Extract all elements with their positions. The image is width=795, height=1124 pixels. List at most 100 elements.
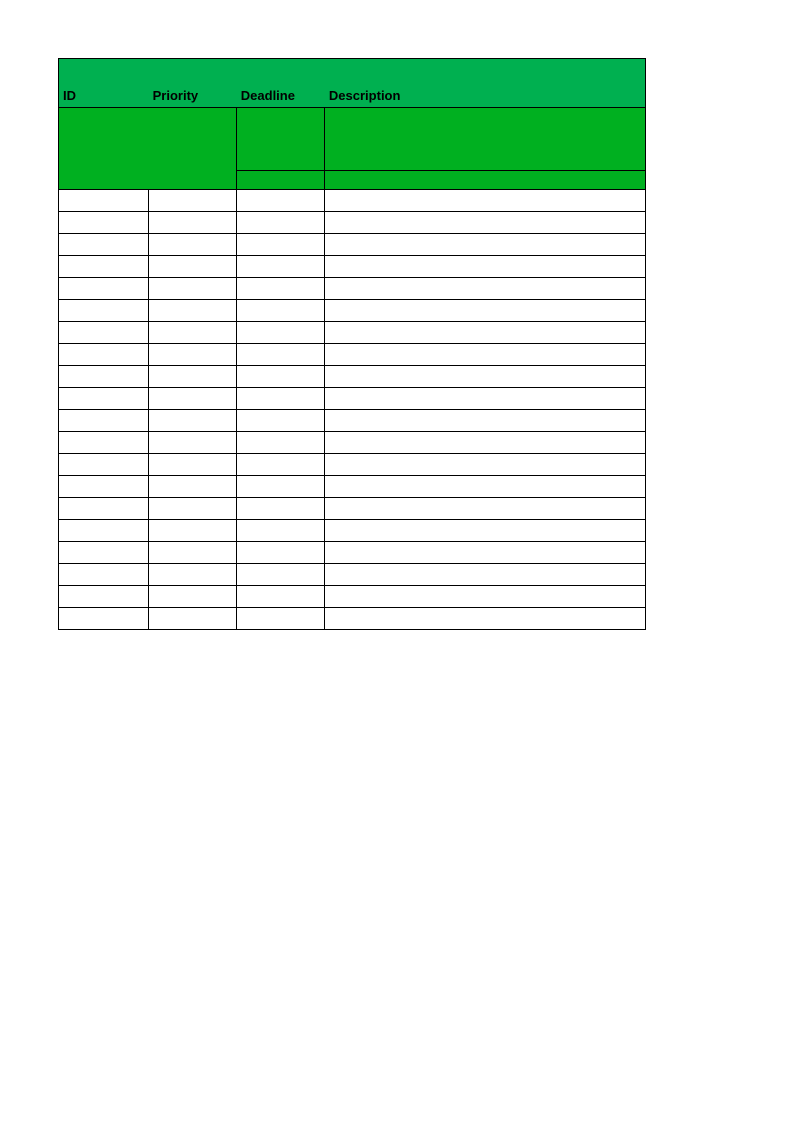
- cell-deadline[interactable]: [237, 366, 325, 388]
- table-row[interactable]: [59, 410, 646, 432]
- cell-priority[interactable]: [149, 344, 237, 366]
- cell-id[interactable]: [59, 454, 149, 476]
- cell-deadline[interactable]: [237, 190, 325, 212]
- cell-priority[interactable]: [149, 432, 237, 454]
- cell-priority[interactable]: [149, 520, 237, 542]
- cell-id[interactable]: [59, 278, 149, 300]
- cell-id[interactable]: [59, 564, 149, 586]
- cell-description[interactable]: [325, 344, 646, 366]
- cell-deadline[interactable]: [237, 542, 325, 564]
- cell-id[interactable]: [59, 542, 149, 564]
- cell-id[interactable]: [59, 322, 149, 344]
- cell-description[interactable]: [325, 190, 646, 212]
- cell-id[interactable]: [59, 344, 149, 366]
- cell-description[interactable]: [325, 432, 646, 454]
- cell-description[interactable]: [325, 520, 646, 542]
- table-row[interactable]: [59, 476, 646, 498]
- table-row[interactable]: [59, 256, 646, 278]
- cell-description[interactable]: [325, 322, 646, 344]
- cell-deadline[interactable]: [237, 476, 325, 498]
- cell-priority[interactable]: [149, 542, 237, 564]
- table-row[interactable]: [59, 344, 646, 366]
- cell-priority[interactable]: [149, 212, 237, 234]
- table-row[interactable]: [59, 388, 646, 410]
- cell-id[interactable]: [59, 520, 149, 542]
- cell-id[interactable]: [59, 608, 149, 630]
- cell-deadline[interactable]: [237, 608, 325, 630]
- cell-description[interactable]: [325, 300, 646, 322]
- cell-priority[interactable]: [149, 366, 237, 388]
- table-row[interactable]: [59, 586, 646, 608]
- table-row[interactable]: [59, 564, 646, 586]
- cell-id[interactable]: [59, 234, 149, 256]
- cell-deadline[interactable]: [237, 322, 325, 344]
- cell-deadline[interactable]: [237, 234, 325, 256]
- cell-id[interactable]: [59, 498, 149, 520]
- table-row[interactable]: [59, 322, 646, 344]
- cell-id[interactable]: [59, 410, 149, 432]
- table-row[interactable]: [59, 190, 646, 212]
- cell-deadline[interactable]: [237, 586, 325, 608]
- cell-priority[interactable]: [149, 564, 237, 586]
- cell-description[interactable]: [325, 234, 646, 256]
- cell-priority[interactable]: [149, 256, 237, 278]
- cell-priority[interactable]: [149, 190, 237, 212]
- cell-priority[interactable]: [149, 476, 237, 498]
- cell-priority[interactable]: [149, 454, 237, 476]
- cell-deadline[interactable]: [237, 498, 325, 520]
- cell-deadline[interactable]: [237, 432, 325, 454]
- table-row[interactable]: [59, 366, 646, 388]
- cell-id[interactable]: [59, 300, 149, 322]
- cell-priority[interactable]: [149, 498, 237, 520]
- cell-description[interactable]: [325, 278, 646, 300]
- cell-deadline[interactable]: [237, 344, 325, 366]
- table-row[interactable]: [59, 300, 646, 322]
- table-row[interactable]: [59, 498, 646, 520]
- cell-priority[interactable]: [149, 410, 237, 432]
- cell-description[interactable]: [325, 564, 646, 586]
- cell-description[interactable]: [325, 542, 646, 564]
- cell-id[interactable]: [59, 388, 149, 410]
- cell-deadline[interactable]: [237, 454, 325, 476]
- cell-description[interactable]: [325, 366, 646, 388]
- table-row[interactable]: [59, 608, 646, 630]
- cell-description[interactable]: [325, 388, 646, 410]
- cell-deadline[interactable]: [237, 410, 325, 432]
- cell-priority[interactable]: [149, 388, 237, 410]
- cell-priority[interactable]: [149, 300, 237, 322]
- table-row[interactable]: [59, 454, 646, 476]
- cell-deadline[interactable]: [237, 256, 325, 278]
- cell-priority[interactable]: [149, 586, 237, 608]
- cell-deadline[interactable]: [237, 520, 325, 542]
- cell-deadline[interactable]: [237, 300, 325, 322]
- cell-id[interactable]: [59, 586, 149, 608]
- cell-id[interactable]: [59, 432, 149, 454]
- cell-deadline[interactable]: [237, 212, 325, 234]
- table-row[interactable]: [59, 212, 646, 234]
- cell-deadline[interactable]: [237, 564, 325, 586]
- cell-priority[interactable]: [149, 608, 237, 630]
- cell-deadline[interactable]: [237, 278, 325, 300]
- table-row[interactable]: [59, 432, 646, 454]
- cell-description[interactable]: [325, 476, 646, 498]
- cell-id[interactable]: [59, 256, 149, 278]
- cell-id[interactable]: [59, 476, 149, 498]
- cell-description[interactable]: [325, 586, 646, 608]
- table-row[interactable]: [59, 234, 646, 256]
- cell-id[interactable]: [59, 190, 149, 212]
- table-row[interactable]: [59, 520, 646, 542]
- cell-description[interactable]: [325, 454, 646, 476]
- cell-description[interactable]: [325, 608, 646, 630]
- table-row[interactable]: [59, 542, 646, 564]
- cell-description[interactable]: [325, 212, 646, 234]
- cell-priority[interactable]: [149, 322, 237, 344]
- cell-priority[interactable]: [149, 278, 237, 300]
- cell-id[interactable]: [59, 366, 149, 388]
- cell-deadline[interactable]: [237, 388, 325, 410]
- cell-priority[interactable]: [149, 234, 237, 256]
- cell-description[interactable]: [325, 410, 646, 432]
- table-row[interactable]: [59, 278, 646, 300]
- cell-id[interactable]: [59, 212, 149, 234]
- cell-description[interactable]: [325, 498, 646, 520]
- cell-description[interactable]: [325, 256, 646, 278]
